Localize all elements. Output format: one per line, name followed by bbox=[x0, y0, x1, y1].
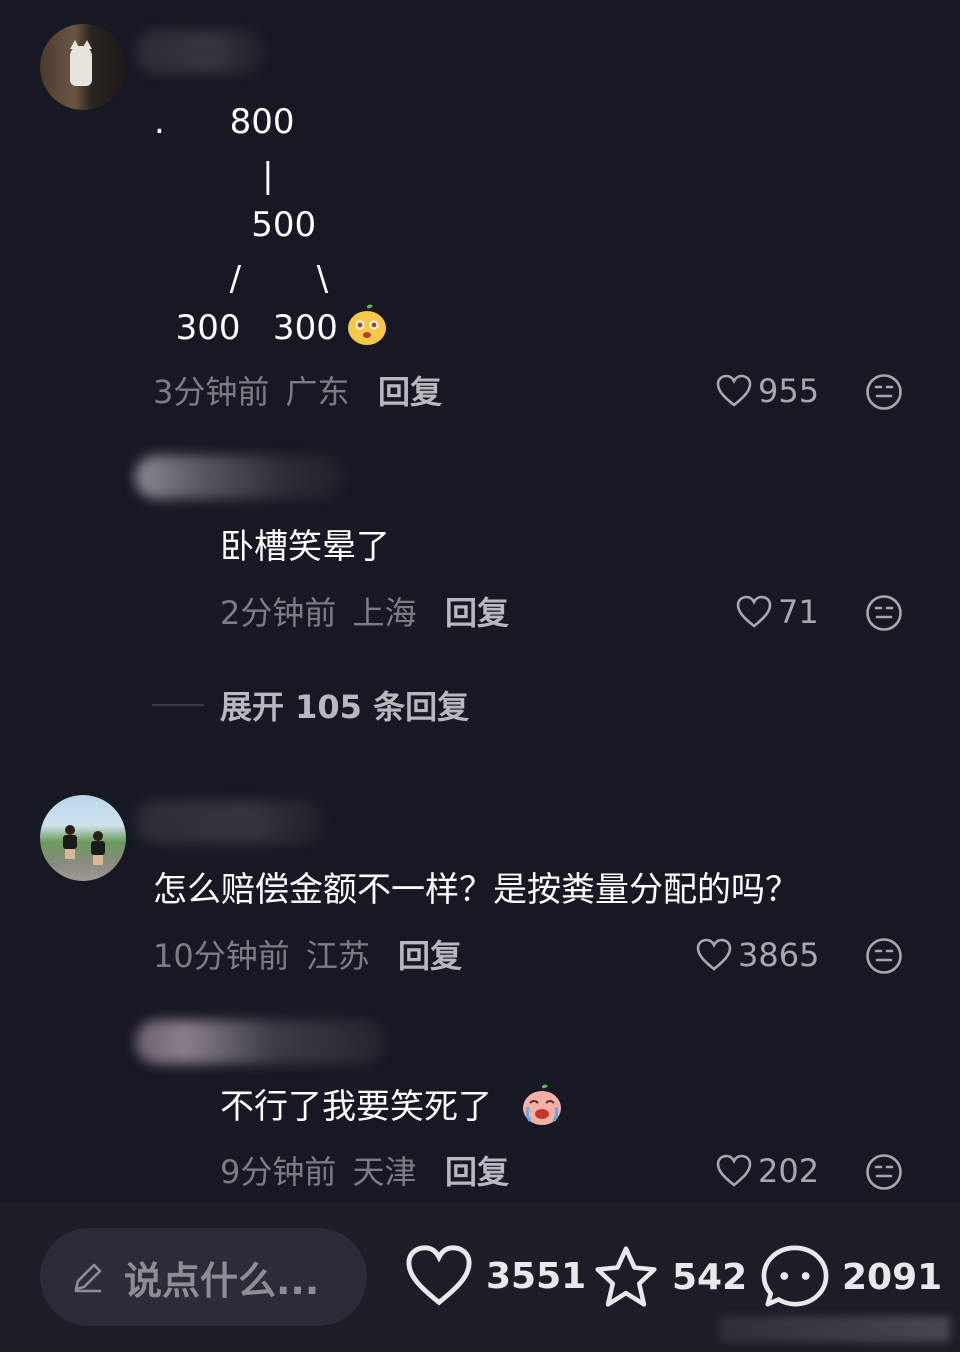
cat-figure bbox=[70, 40, 92, 86]
cute-face-sticker-icon bbox=[348, 304, 386, 345]
comment-1-line-2: | bbox=[154, 156, 274, 196]
kid-figure bbox=[90, 831, 106, 865]
comment-3-like-button[interactable]: 3865 bbox=[696, 938, 819, 972]
smiley-icon[interactable] bbox=[865, 373, 903, 411]
comment-3-location: 江苏 bbox=[305, 937, 370, 975]
comment-4-location: 天津 bbox=[352, 1153, 417, 1191]
comment-1-line-4: / \ bbox=[154, 259, 329, 299]
comment-4-meta: 9分钟前 天津 bbox=[220, 1156, 417, 1188]
comment-1-line-5: 300 300 bbox=[154, 308, 338, 348]
expand-replies-label: 展开 105 条回复 bbox=[220, 688, 470, 726]
blurred-username-3[interactable] bbox=[135, 800, 325, 844]
watermark bbox=[720, 1316, 950, 1342]
comment-1-location: 广东 bbox=[285, 373, 350, 411]
favorite-post-button[interactable]: 542 bbox=[592, 1244, 747, 1310]
post-comment-count: 2091 bbox=[842, 1256, 943, 1298]
user-avatar-3[interactable] bbox=[40, 795, 126, 881]
comment-1-line-3: 500 bbox=[154, 205, 317, 245]
comment-1-like-button[interactable]: 955 bbox=[716, 374, 819, 408]
comment-4-text: 不行了我要笑死了 bbox=[220, 1087, 492, 1127]
heart-icon bbox=[716, 374, 752, 407]
comment-2-text: 卧槽笑晕了 bbox=[220, 527, 390, 567]
pencil-icon bbox=[74, 1263, 102, 1293]
comment-4-like-button[interactable]: 202 bbox=[716, 1154, 819, 1188]
smiley-icon[interactable] bbox=[865, 937, 903, 975]
comment-2-meta: 2分钟前 上海 bbox=[220, 597, 417, 629]
heart-icon bbox=[406, 1245, 472, 1306]
comments-post-button[interactable]: 2091 bbox=[760, 1244, 942, 1310]
heart-icon bbox=[736, 595, 772, 628]
expand-divider bbox=[152, 704, 204, 706]
expand-replies-button[interactable]: 展开 105 条回复 bbox=[152, 682, 469, 728]
post-favorite-count: 542 bbox=[672, 1256, 748, 1298]
comment-2-reply-button[interactable]: 回复 bbox=[445, 597, 509, 629]
comment-2-like-count: 71 bbox=[778, 593, 819, 631]
comment-4-like-count: 202 bbox=[758, 1152, 820, 1190]
comment-1-line-1: . 800 bbox=[154, 102, 295, 142]
chat-bubble-icon bbox=[761, 1245, 829, 1307]
heart-icon bbox=[696, 938, 732, 971]
kid-figure bbox=[62, 825, 78, 859]
comment-3-like-count: 3865 bbox=[738, 936, 820, 974]
blurred-username-1[interactable] bbox=[135, 30, 265, 74]
comment-3-meta: 10分钟前 江苏 bbox=[153, 940, 370, 972]
comment-3-time: 10分钟前 bbox=[153, 937, 290, 975]
comment-1-meta: 3分钟前 广东 bbox=[153, 376, 350, 408]
comment-3-reply-button[interactable]: 回复 bbox=[398, 940, 462, 972]
comment-2-time: 2分钟前 bbox=[220, 594, 337, 632]
comment-2-like-button[interactable]: 71 bbox=[736, 595, 819, 629]
smiley-icon[interactable] bbox=[865, 1153, 903, 1191]
user-avatar-1[interactable] bbox=[40, 24, 126, 110]
comment-4-time: 9分钟前 bbox=[220, 1153, 337, 1191]
comment-2-location: 上海 bbox=[352, 594, 417, 632]
blurred-username-2[interactable] bbox=[135, 455, 345, 499]
post-like-count: 3551 bbox=[486, 1255, 587, 1297]
comment-4-reply-button[interactable]: 回复 bbox=[445, 1156, 509, 1188]
comment-1-like-count: 955 bbox=[758, 372, 820, 410]
like-post-button[interactable]: 3551 bbox=[404, 1244, 586, 1308]
comment-input[interactable]: 说点什么... bbox=[40, 1228, 367, 1326]
laugh-cry-sticker-icon bbox=[523, 1084, 561, 1125]
comment-3-text: 怎么赔偿金额不一样？是按粪量分配的吗？ bbox=[153, 870, 799, 910]
star-icon bbox=[595, 1246, 657, 1307]
blurred-username-4[interactable] bbox=[135, 1020, 385, 1064]
smiley-icon[interactable] bbox=[865, 594, 903, 632]
heart-icon bbox=[716, 1154, 752, 1187]
comment-1-reply-button[interactable]: 回复 bbox=[378, 376, 442, 408]
comment-1-time: 3分钟前 bbox=[153, 373, 270, 411]
comment-input-placeholder: 说点什么... bbox=[124, 1258, 320, 1303]
